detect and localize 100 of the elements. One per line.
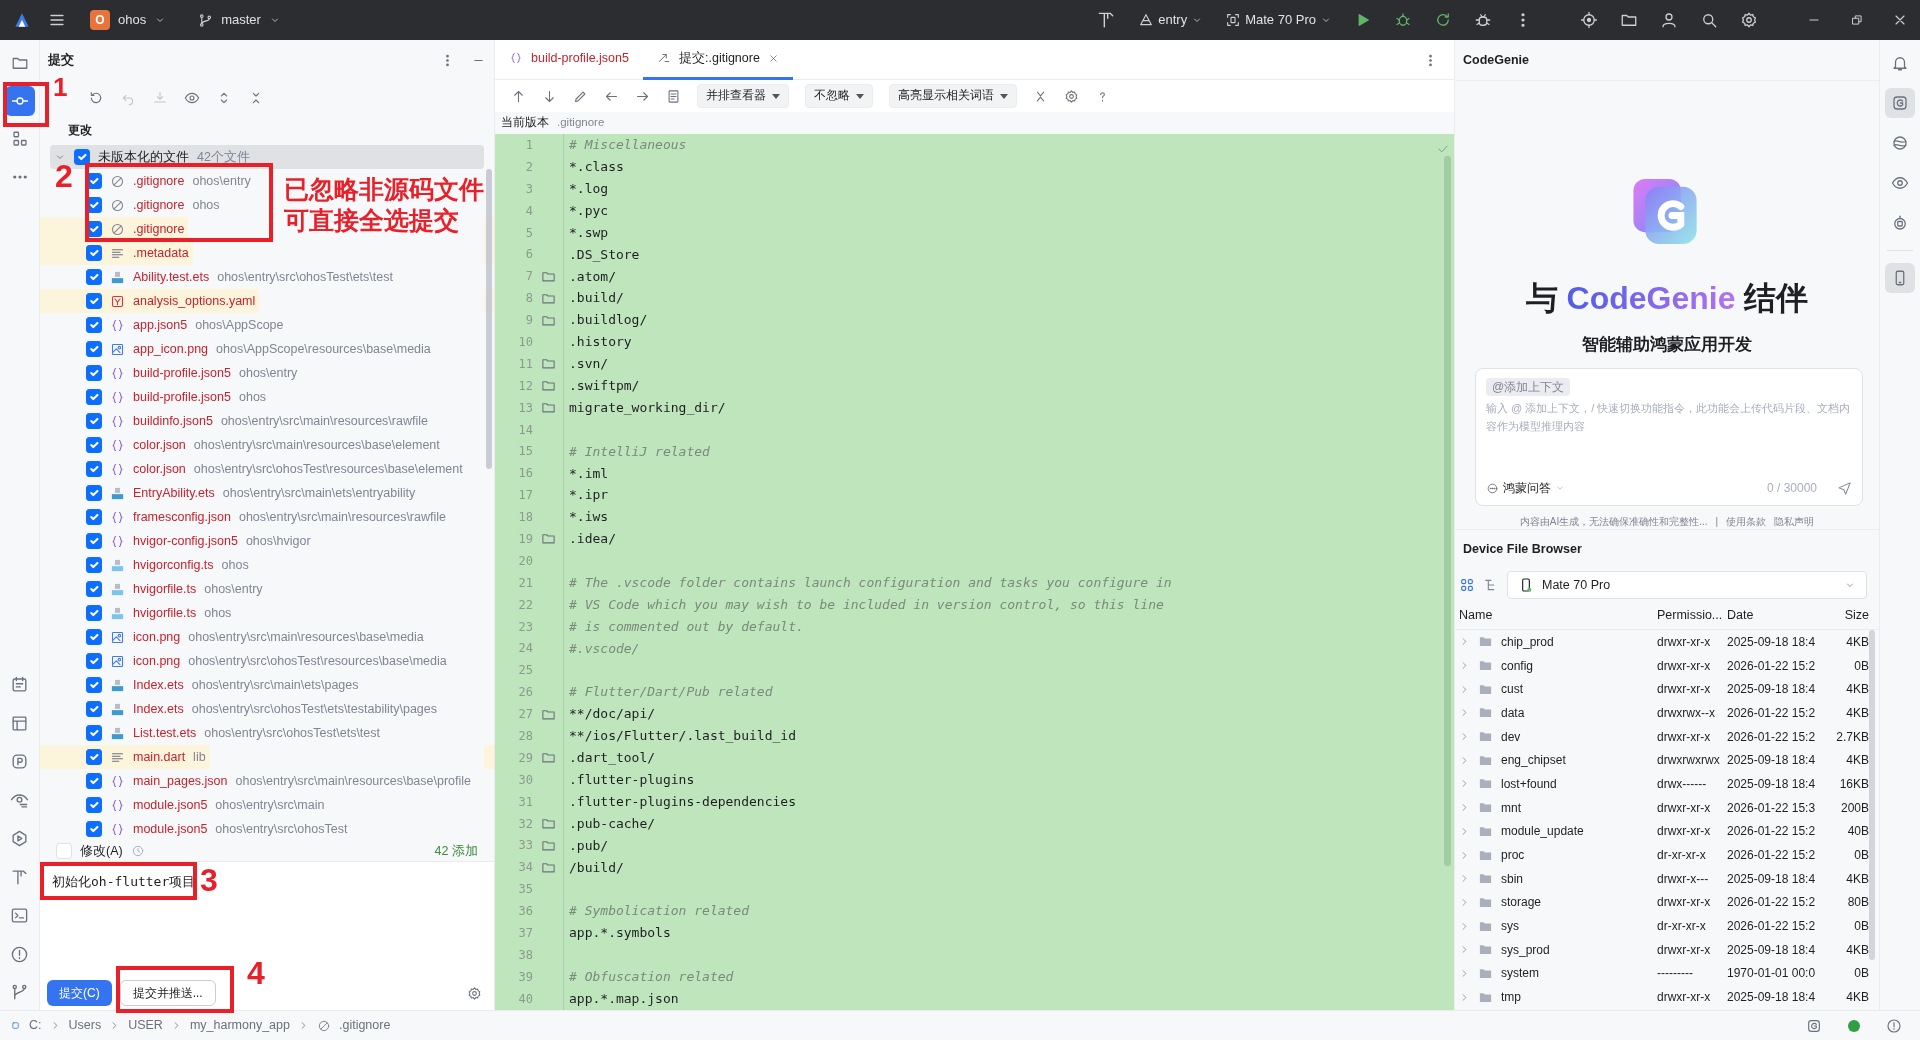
file-row[interactable]: module.json5 ohos\entry\src\ohosTest: [84, 817, 352, 841]
checkbox[interactable]: [86, 245, 102, 261]
branch-name[interactable]: master: [221, 10, 261, 30]
add-context-chip[interactable]: @添加上下文: [1486, 377, 1571, 396]
search-icon[interactable]: [1700, 11, 1718, 29]
checkbox[interactable]: [86, 821, 102, 837]
problems-icon[interactable]: [10, 944, 29, 964]
checkbox[interactable]: [86, 509, 102, 525]
column-header[interactable]: Name: [1459, 606, 1493, 625]
checkbox[interactable]: [86, 653, 102, 669]
commit-button[interactable]: 提交(C): [47, 979, 112, 1006]
checkbox[interactable]: [86, 605, 102, 621]
column-header[interactable]: Permissio...: [1657, 608, 1723, 623]
settings-icon[interactable]: [467, 985, 482, 1001]
breadcrumb[interactable]: Users: [68, 1016, 102, 1035]
amend-label[interactable]: 修改(A): [80, 841, 123, 861]
grid-icon[interactable]: [1459, 577, 1475, 593]
file-row[interactable]: .gitignore ohos: [84, 193, 224, 217]
notes-icon[interactable]: [10, 675, 29, 694]
checkbox[interactable]: [86, 413, 102, 429]
scrollbar[interactable]: [486, 169, 492, 469]
checkbox[interactable]: [86, 317, 102, 333]
commit-message[interactable]: 初始化oh-flutter项目: [52, 874, 196, 889]
file-row[interactable]: hvigor-config.json5 ohos\hvigor: [84, 529, 315, 553]
services-icon[interactable]: [10, 829, 29, 848]
target-icon[interactable]: [1580, 11, 1598, 29]
codegenie-icon[interactable]: [1885, 88, 1915, 118]
checkbox[interactable]: [86, 341, 102, 357]
checkbox[interactable]: [86, 533, 102, 549]
account-icon[interactable]: [1660, 11, 1678, 29]
git-icon[interactable]: [10, 983, 29, 1002]
column-header[interactable]: Size: [1844, 608, 1869, 623]
rerun-icon[interactable]: [1434, 11, 1452, 29]
file-row[interactable]: .gitignore ohos\entry: [84, 169, 255, 193]
checkbox[interactable]: [86, 701, 102, 717]
editor-tab[interactable]: build-profile.json5: [495, 39, 643, 80]
file-row[interactable]: app.json5 ohos\AppScope: [84, 313, 288, 337]
checkbox[interactable]: [74, 149, 90, 165]
checkbox[interactable]: [86, 485, 102, 501]
breadcrumb[interactable]: C:: [29, 1016, 42, 1035]
terminal-icon[interactable]: [10, 906, 29, 925]
checkbox[interactable]: [86, 437, 102, 453]
dropdown[interactable]: 高亮显示相关词语: [889, 84, 1017, 108]
breadcrumb[interactable]: USER: [128, 1016, 163, 1035]
dropdown[interactable]: 并排查看器: [697, 84, 789, 108]
codegenie-icon[interactable]: [1806, 1017, 1822, 1034]
checkbox[interactable]: [86, 581, 102, 597]
checkbox[interactable]: [86, 629, 102, 645]
checkbox[interactable]: [86, 749, 102, 765]
settings-icon[interactable]: [1740, 11, 1758, 29]
checkbox[interactable]: [86, 773, 102, 789]
file-row[interactable]: Ability.test.ets ohos\entry\src\ohosTest\ets\test: [84, 265, 397, 289]
column-header[interactable]: Date: [1727, 608, 1754, 623]
checkbox[interactable]: [86, 293, 102, 309]
send-icon[interactable]: [1837, 480, 1852, 496]
build-icon[interactable]: [10, 867, 29, 887]
run-config[interactable]: entry: [1158, 10, 1188, 30]
file-row[interactable]: EntryAbility.ets ohos\entry\src\main\ets\entryability: [84, 481, 420, 505]
problems-icon[interactable]: [1886, 1017, 1902, 1034]
group-label[interactable]: 未版本化的文件: [98, 147, 189, 167]
file-row[interactable]: color.json ohos\entry\src\main\resources\base\element: [84, 433, 444, 457]
file-row[interactable]: main_pages.json ohos\entry\src\main\resources\base\profile: [84, 769, 476, 793]
scrollbar[interactable]: [1444, 156, 1451, 866]
layout-icon[interactable]: [10, 713, 29, 733]
checkbox[interactable]: [86, 725, 102, 741]
prompt-field[interactable]: 输入 @ 添加上下文，/ 快速切换功能指令，此功能会上传代码片段、文档内容作为模型推理内容: [1486, 396, 1852, 479]
file-row[interactable]: List.test.ets ohos\entry\src\ohosTest\ets\test: [84, 721, 384, 745]
file-row[interactable]: buildinfo.json5 ohos\entry\src\main\resources\rawfile: [84, 409, 432, 433]
device-select[interactable]: Mate 70 Pro: [1507, 571, 1867, 599]
mode-selector[interactable]: 鸿蒙问答: [1503, 479, 1551, 497]
editor-tab[interactable]: 提交:.gitignore: [643, 39, 793, 80]
file-row[interactable]: hvigorconfig.ts ohos: [84, 553, 253, 577]
file-row[interactable]: hvigorfile.ts ohos: [84, 601, 236, 625]
checkbox[interactable]: [86, 557, 102, 573]
project-name[interactable]: ohos: [118, 10, 147, 30]
next-change-icon[interactable]: [542, 88, 557, 104]
file-row[interactable]: build-profile.json5 ohos: [84, 385, 271, 409]
file-row[interactable]: color.json ohos\entry\src\ohosTest\resources\base\element: [84, 457, 467, 481]
file-row[interactable]: framesconfig.json ohos\entry\src\main\resources\rawfile: [84, 505, 450, 529]
restore-icon[interactable]: [1850, 13, 1864, 27]
refresh-icon[interactable]: [88, 89, 104, 106]
debug-icon[interactable]: [1394, 11, 1412, 29]
file-row[interactable]: hvigorfile.ts ohos\entry: [84, 577, 267, 601]
device-icon[interactable]: [1885, 263, 1915, 293]
file-row[interactable]: icon.png ohos\entry\src\ohosTest\resources\base\media: [84, 649, 451, 673]
chat-input[interactable]: @添加上下文 输入 @ 添加上下文，/ 快速切换功能指令，此功能会上传代码片段、文档内容作为模型推理内容 鸿蒙问答 0 / 30000: [1475, 367, 1863, 506]
file-row[interactable]: Index.ets ohos\entry\src\main\ets\pages: [84, 673, 363, 697]
breadcrumb[interactable]: .gitignore: [338, 1016, 391, 1035]
dropdown[interactable]: 不忽略: [805, 84, 873, 108]
device-selector[interactable]: Mate 70 Pro: [1245, 10, 1316, 30]
file-row[interactable]: Index.ets ohos\entry\src\ohosTest\ets\testability\pages: [84, 697, 441, 721]
breadcrumb[interactable]: my_harmony_app: [189, 1016, 290, 1035]
settings-icon[interactable]: [1064, 88, 1079, 104]
file-row[interactable]: icon.png ohos\entry\src\main\resources\base\media: [84, 625, 428, 649]
checkbox[interactable]: [86, 389, 102, 405]
checkbox[interactable]: [86, 269, 102, 285]
document-icon[interactable]: [666, 88, 681, 104]
footer-link[interactable]: 使用条款: [1726, 514, 1767, 529]
commit-push-button[interactable]: 提交并推送...: [119, 979, 216, 1006]
checkbox[interactable]: [86, 797, 102, 813]
